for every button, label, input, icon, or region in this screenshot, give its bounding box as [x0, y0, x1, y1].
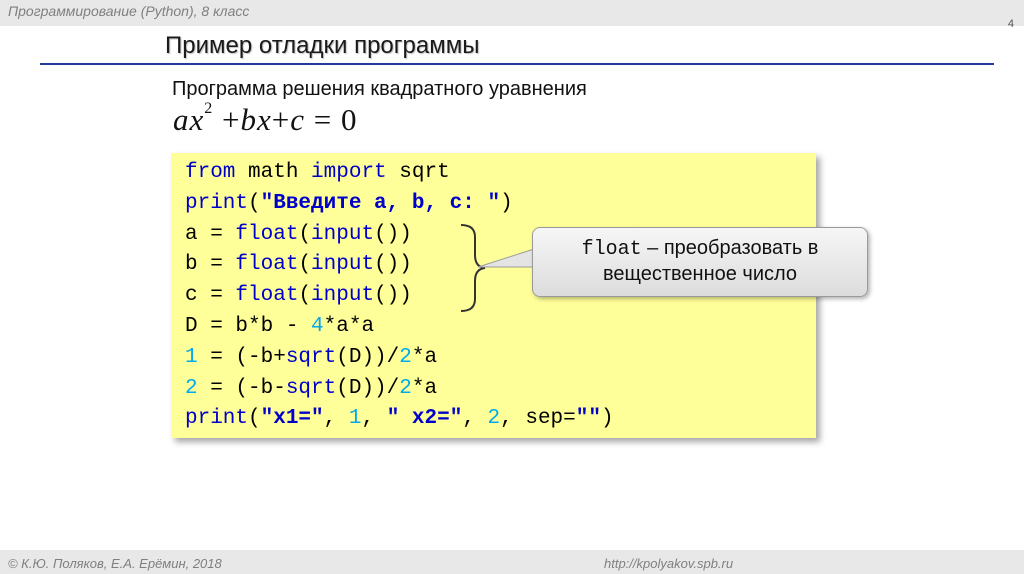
code-line: D = b*b - 4*a*a [185, 314, 375, 338]
eq-equals: = [313, 102, 333, 137]
code-line: print("Введите a, b, c: ") [185, 191, 513, 215]
code-line: b = float(input()) [185, 253, 412, 277]
code-line: 1 = (-b+sqrt(D))/2*a [185, 345, 438, 369]
slide-title: Пример отладки программы [165, 32, 480, 59]
title-divider [40, 63, 994, 65]
callout-keyword: float [581, 238, 642, 261]
code-line: 2 = (-b-sqrt(D))/2*a [185, 376, 438, 400]
callout-text-line2: вещественное число [602, 263, 798, 285]
code-line: print("x1=", 1, " x2=", 2, sep="") [185, 407, 614, 431]
eq-zero: 0 [341, 102, 358, 137]
eq-term-bx: bx [240, 102, 272, 137]
eq-plus-1: + [222, 102, 241, 137]
code-line: a = float(input()) [185, 222, 412, 246]
callout-text-line1: – преобразовать в [641, 237, 819, 259]
slide-subtitle: Программа решения квадратного уравнения [172, 78, 587, 100]
footer-authors: © К.Ю. Поляков, Е.А. Ерёмин, 2018 [8, 556, 222, 571]
code-line: c = float(input()) [185, 284, 412, 308]
code-line: from math import sqrt [185, 161, 450, 184]
eq-term-c: c [290, 102, 306, 137]
eq-exponent: 2 [204, 100, 214, 117]
course-label: Программирование (Python), 8 класс [8, 3, 250, 19]
eq-term-ax: ax [173, 102, 205, 137]
callout-pointer-icon [478, 248, 538, 268]
float-callout: float – преобразовать в вещественное чис… [532, 227, 868, 297]
footer-url[interactable]: http://kpolyakov.spb.ru [604, 556, 733, 571]
page-number: 4 [1007, 18, 1014, 30]
eq-plus-2: + [271, 102, 291, 137]
quadratic-equation: ax2 +bx+c = 0 [173, 100, 358, 138]
